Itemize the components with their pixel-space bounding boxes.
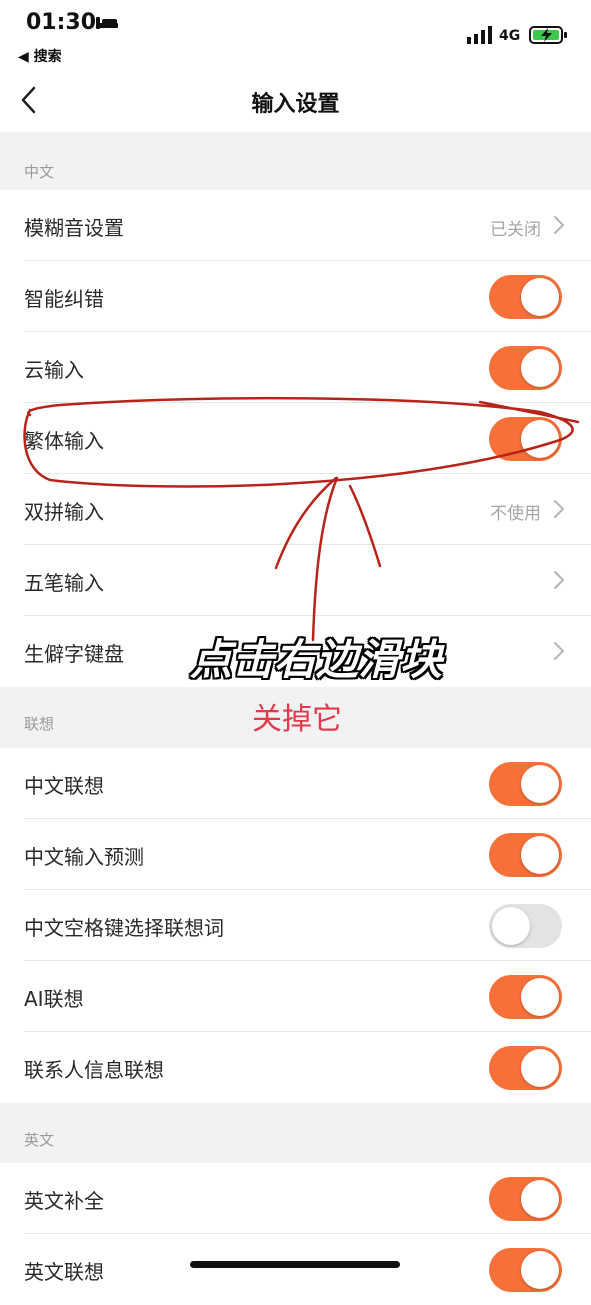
traditional-input-toggle[interactable]	[489, 417, 562, 461]
chevron-right-icon	[554, 216, 565, 234]
row-traditional-input: 繁体输入	[0, 403, 591, 474]
row-value: 已关闭	[490, 220, 541, 240]
row-label: 智能纠错	[24, 287, 104, 311]
row-value: 不使用	[490, 504, 541, 524]
caption-main: 点击右边滑块	[190, 635, 443, 684]
chinese-prediction-toggle[interactable]	[489, 833, 562, 877]
row-ai-association: AI联想	[0, 961, 591, 1032]
section-header-prediction: 联想	[24, 715, 55, 733]
section-header-chinese: 中文	[24, 163, 55, 181]
row-english-association: 英文联想	[0, 1234, 591, 1305]
page-title: 输入设置	[251, 92, 340, 117]
row-label: 中文空格键选择联想词	[24, 916, 224, 940]
ai-association-toggle[interactable]	[489, 975, 562, 1019]
row-chinese-association: 中文联想	[0, 748, 591, 819]
chevron-right-icon	[554, 642, 565, 660]
status-time: 01:30	[26, 10, 97, 35]
bed-icon	[96, 17, 118, 29]
toggle-knob	[521, 278, 559, 316]
signal-icon	[467, 26, 492, 44]
battery-charging-icon	[529, 26, 567, 44]
chevron-right-icon	[554, 500, 565, 518]
chinese-association-toggle[interactable]	[489, 762, 562, 806]
row-label: 中文联想	[24, 774, 104, 798]
row-label: 模糊音设置	[24, 216, 124, 240]
toggle-knob	[492, 907, 530, 945]
row-label: 云输入	[24, 358, 84, 382]
row-smart-correction: 智能纠错	[0, 261, 591, 332]
row-fuzzy-pinyin[interactable]: 模糊音设置 已关闭	[0, 190, 591, 261]
toggle-knob	[521, 765, 559, 803]
toggle-knob	[521, 1049, 559, 1087]
row-label: AI联想	[24, 987, 84, 1011]
row-label: 联系人信息联想	[24, 1058, 164, 1082]
row-label: 双拼输入	[24, 500, 104, 524]
space-select-association-toggle[interactable]	[489, 904, 562, 948]
row-label: 英文补全	[24, 1189, 104, 1213]
row-english-completion: 英文补全	[0, 1163, 591, 1234]
row-label: 生僻字键盘	[24, 642, 124, 666]
toggle-knob	[521, 978, 559, 1016]
home-indicator	[190, 1261, 400, 1268]
cloud-input-toggle[interactable]	[489, 346, 562, 390]
section-header-english: 英文	[24, 1131, 55, 1149]
row-shuangpin-input[interactable]: 双拼输入 不使用	[0, 474, 591, 545]
smart-correction-toggle[interactable]	[489, 275, 562, 319]
english-completion-toggle[interactable]	[489, 1177, 562, 1221]
caption-sub: 关掉它	[252, 702, 342, 737]
toggle-knob	[521, 1251, 559, 1289]
english-association-toggle[interactable]	[489, 1248, 562, 1292]
status-bar: 01:30 ◀ 搜索 4G	[0, 0, 591, 70]
row-label: 中文输入预测	[24, 845, 144, 869]
row-cloud-input: 云输入	[0, 332, 591, 403]
toggle-knob	[521, 1180, 559, 1218]
toggle-knob	[521, 836, 559, 874]
row-contact-association: 联系人信息联想	[0, 1032, 591, 1103]
network-type: 4G	[499, 28, 521, 44]
row-label: 繁体输入	[24, 429, 104, 453]
back-to-app-link[interactable]: ◀ 搜索	[18, 46, 62, 66]
row-label: 英文联想	[24, 1260, 104, 1284]
row-wubi-input[interactable]: 五笔输入	[0, 545, 591, 616]
row-space-select-association: 中文空格键选择联想词	[0, 890, 591, 961]
row-label: 五笔输入	[24, 571, 104, 595]
chevron-right-icon	[554, 571, 565, 589]
nav-bar: 输入设置	[0, 70, 591, 132]
toggle-knob	[521, 349, 559, 387]
row-chinese-prediction: 中文输入预测	[0, 819, 591, 890]
contact-association-toggle[interactable]	[489, 1046, 562, 1090]
toggle-knob	[521, 420, 559, 458]
